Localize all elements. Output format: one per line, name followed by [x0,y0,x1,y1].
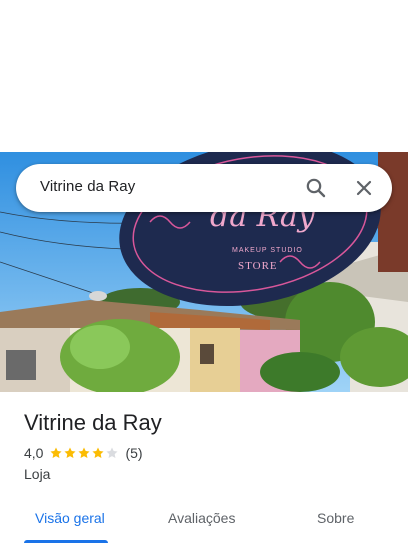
search-input[interactable]: Vitrine da Ray [40,178,135,195]
rating-row[interactable]: 4,0 (5) [24,445,143,461]
place-info-panel: Vitrine da Ray 4,0 (5) Loja Visão geral … [0,392,408,544]
tab-reviews[interactable]: Avaliações [168,510,235,526]
sign-line2-text: STORE [238,260,278,272]
star-icon [106,447,119,459]
maps-place-screen: da Ray MAKEUP STUDIO STORE Vitrine da Ra… [0,0,408,544]
review-count: (5) [125,445,143,461]
star-icon [78,447,91,459]
search-bar[interactable]: Vitrine da Ray [16,164,392,212]
tab-overview[interactable]: Visão geral [35,510,105,526]
sign-line1-text: MAKEUP STUDIO [232,247,303,254]
star-icon [92,447,105,459]
rating-value: 4,0 [24,445,44,461]
place-name: Vitrine da Ray [24,410,162,435]
star-rating [49,446,119,460]
active-tab-indicator [24,540,108,543]
tab-about[interactable]: Sobre [317,510,354,526]
place-tabs: Visão geral Avaliações Sobre [0,500,408,544]
top-blank-area [0,0,408,152]
search-icon[interactable] [304,176,328,200]
close-icon[interactable] [352,176,376,200]
star-icon [50,447,63,459]
star-icon [64,447,77,459]
place-category[interactable]: Loja [24,466,50,482]
